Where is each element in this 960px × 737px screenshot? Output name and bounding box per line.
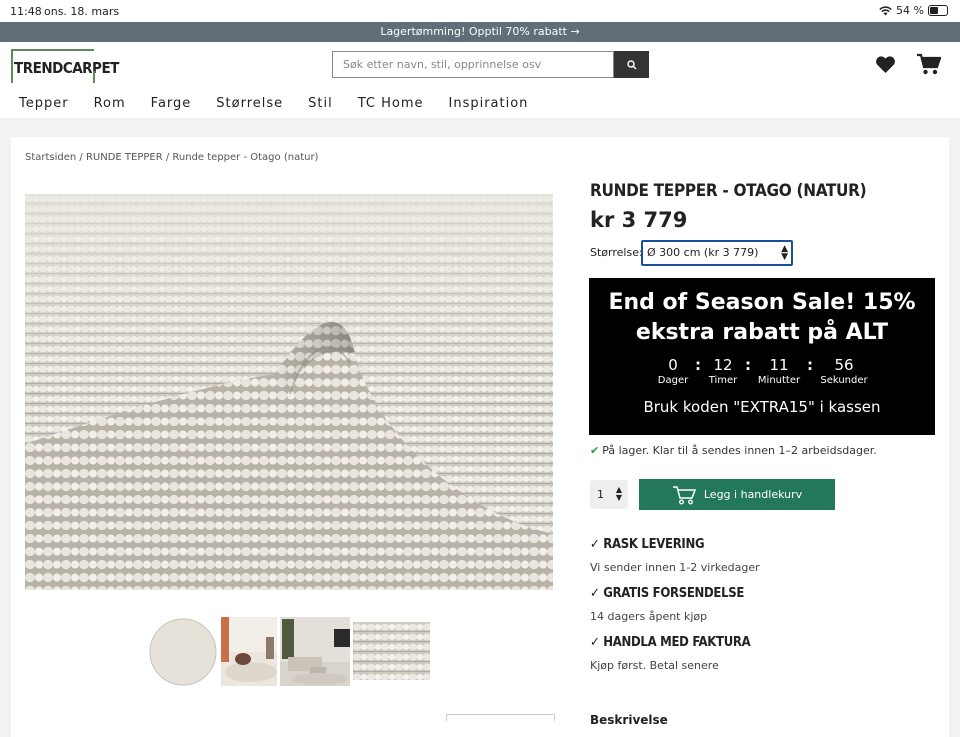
thumbnail-closeup[interactable] bbox=[353, 622, 430, 680]
heart-icon[interactable] bbox=[875, 56, 896, 74]
countdown-separator: : bbox=[745, 356, 751, 374]
usp-subtitle: Vi sender innen 1-2 virkedager bbox=[590, 561, 760, 574]
status-bar: 11:48 ons. 18. mars 54 % bbox=[0, 0, 960, 22]
search-icon bbox=[626, 59, 636, 69]
main-nav: Tepper Rom Farge Størrelse Stil TC Home … bbox=[19, 96, 553, 111]
nav-item-tepper[interactable]: Tepper bbox=[19, 96, 69, 111]
description-heading[interactable]: Beskrivelse bbox=[590, 713, 668, 727]
rug-texture-image bbox=[25, 194, 553, 590]
status-icons: 54 % bbox=[879, 4, 948, 17]
thumbnail-scroll-tab[interactable] bbox=[446, 714, 555, 721]
search-input[interactable]: Søk etter navn, stil, opprinnelse osv bbox=[332, 51, 614, 78]
check-icon: ✓ bbox=[590, 635, 600, 650]
size-select[interactable]: Ø 300 cm (kr 3 779) ▲ ▼ bbox=[641, 240, 793, 266]
nav-item-farge[interactable]: Farge bbox=[151, 96, 192, 111]
checkmark-icon: ✔ bbox=[590, 444, 600, 457]
add-to-cart-label: Legg i handlekurv bbox=[703, 488, 803, 501]
clock: 11:48 bbox=[10, 5, 42, 18]
check-icon: ✓ bbox=[590, 537, 600, 552]
thumbnail-room-1[interactable] bbox=[221, 617, 277, 686]
usp-title: ✓ RASK LEVERING bbox=[590, 537, 760, 552]
countdown-value: 11 bbox=[769, 356, 789, 374]
product-price: kr 3 779 bbox=[590, 208, 688, 232]
countdown-label: Timer bbox=[708, 375, 738, 386]
usp-item: ✓ HANDLA MED FAKTURA Kjøp først. Betal s… bbox=[590, 635, 751, 672]
countdown-label: Minutter bbox=[757, 375, 801, 386]
countdown-minutes: 11 Minutter bbox=[754, 356, 804, 386]
date: ons. 18. mars bbox=[44, 5, 120, 18]
countdown-seconds: 56 Sekunder bbox=[819, 356, 869, 386]
usp-subtitle: 14 dagers åpent kjøp bbox=[590, 610, 708, 623]
select-arrows-icon: ▲ ▼ bbox=[615, 485, 622, 502]
nav-item-inspiration[interactable]: Inspiration bbox=[449, 96, 529, 111]
nav-item-rom[interactable]: Rom bbox=[94, 96, 126, 111]
usp-subtitle: Kjøp først. Betal senere bbox=[590, 659, 719, 672]
search-button[interactable] bbox=[614, 51, 649, 78]
wifi-icon bbox=[879, 5, 892, 15]
usp-title-text: RASK LEVERING bbox=[603, 537, 705, 552]
usp-title: ✓ GRATIS FORSENDELSE bbox=[590, 586, 744, 601]
countdown-hours: 12 Timer bbox=[698, 356, 748, 386]
countdown-value: 12 bbox=[713, 356, 733, 374]
quantity-value: 1 bbox=[597, 488, 604, 501]
stock-status: ✔ På lager. Klar til å sendes innen 1–2 a… bbox=[590, 444, 877, 457]
thumbnail-round-rug[interactable] bbox=[147, 616, 219, 688]
sale-headline: End of Season Sale! 15% ekstra rabatt på… bbox=[608, 290, 916, 345]
battery-percent: 54 % bbox=[896, 4, 924, 17]
select-arrows-icon: ▲ ▼ bbox=[781, 244, 788, 262]
size-select-value: Ø 300 cm (kr 3 779) bbox=[647, 246, 759, 259]
add-to-cart-button[interactable]: Legg i handlekurv bbox=[639, 479, 835, 510]
countdown-separator: : bbox=[807, 356, 813, 374]
nav-item-stil[interactable]: Stil bbox=[308, 96, 333, 111]
logo[interactable]: TRENDCARPET bbox=[11, 49, 119, 83]
sale-banner: End of Season Sale! 15% ekstra rabatt på… bbox=[589, 278, 935, 435]
thumbnail-room-2[interactable] bbox=[280, 617, 350, 686]
usp-title-text: GRATIS FORSENDELSE bbox=[603, 586, 745, 601]
usp-title-text: HANDLA MED FAKTURA bbox=[603, 635, 751, 650]
size-label: Størrelse: bbox=[590, 246, 643, 259]
sale-code-text: Bruk koden "EXTRA15" i kassen bbox=[643, 398, 881, 416]
breadcrumb[interactable]: Startsiden / RUNDE TEPPER / Runde tepper… bbox=[25, 152, 318, 163]
nav-item-storrelse[interactable]: Størrelse bbox=[216, 96, 283, 111]
promo-banner[interactable]: Lagertømming! Opptil 70% rabatt → bbox=[0, 22, 960, 42]
cart-icon bbox=[672, 485, 696, 504]
battery-icon bbox=[928, 5, 948, 16]
nav-item-tc-home[interactable]: TC Home bbox=[358, 96, 424, 111]
product-title: RUNDE TEPPER - OTAGO (NATUR) bbox=[590, 181, 867, 201]
product-main-image[interactable] bbox=[25, 194, 553, 590]
stock-text: På lager. Klar til å sendes innen 1–2 ar… bbox=[602, 444, 877, 457]
countdown-value: 0 bbox=[668, 356, 678, 374]
countdown-label: Sekunder bbox=[820, 375, 868, 386]
usp-title: ✓ HANDLA MED FAKTURA bbox=[590, 635, 751, 650]
site-header: TRENDCARPET Søk etter navn, stil, opprin… bbox=[0, 42, 960, 118]
usp-item: ✓ RASK LEVERING Vi sender innen 1-2 virk… bbox=[590, 537, 760, 574]
cart-icon[interactable] bbox=[916, 53, 941, 75]
countdown-label: Dager bbox=[657, 375, 689, 386]
countdown-days: 0 Dager bbox=[648, 356, 698, 386]
quantity-select[interactable]: 1 ▲ ▼ bbox=[590, 480, 628, 509]
check-icon: ✓ bbox=[590, 586, 600, 601]
usp-item: ✓ GRATIS FORSENDELSE 14 dagers åpent kjø… bbox=[590, 586, 744, 623]
logo-text: TRENDCARPET bbox=[14, 59, 119, 77]
countdown-value: 56 bbox=[834, 356, 854, 374]
